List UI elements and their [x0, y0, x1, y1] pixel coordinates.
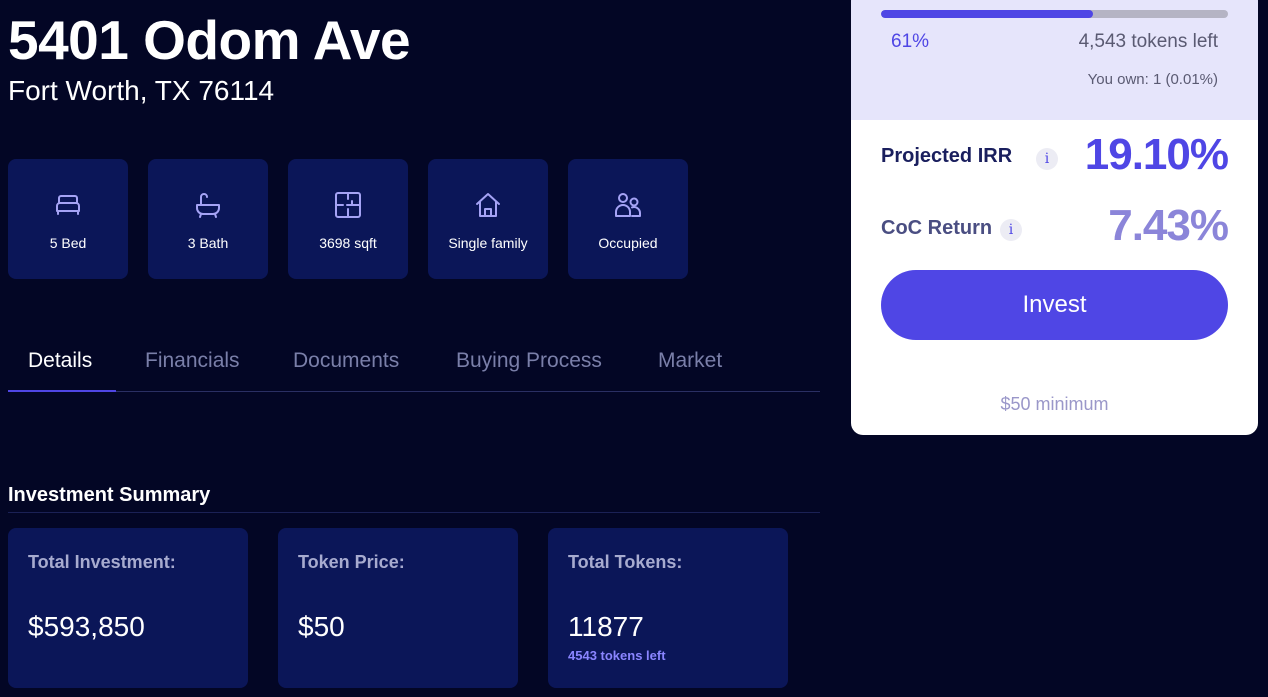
irr-label: Projected IRR — [881, 145, 1013, 167]
summary-value: $593,850 — [28, 611, 145, 642]
minimum-investment: $50 minimum — [1000, 394, 1109, 414]
tab-buying-process[interactable]: Buying Process — [456, 347, 602, 375]
you-own: You own: 1 (0.01%) — [1087, 71, 1218, 88]
summary-label: Total Tokens: — [568, 552, 683, 572]
irr-value: 19.10% — [1084, 130, 1229, 179]
floorplan-icon — [335, 192, 361, 218]
feature-label: Single family — [448, 235, 528, 251]
feature-tile-occupancy: Occupied — [568, 159, 688, 279]
tab-details[interactable]: Details — [28, 347, 92, 375]
coc-info-icon[interactable]: i — [1000, 219, 1022, 241]
summary-card-total-investment: Total Investment: $593,850 — [8, 528, 248, 688]
bed-icon — [56, 195, 80, 215]
tab-financials[interactable]: Financials — [145, 347, 240, 375]
summary-label: Total Investment: — [28, 552, 176, 572]
house-icon — [476, 193, 500, 217]
property-address: 5401 Odom Ave — [8, 9, 411, 71]
feature-tile-bed: 5 Bed — [8, 159, 128, 279]
feature-tile-bath: 3 Bath — [148, 159, 268, 279]
summary-label: Token Price: — [298, 552, 405, 572]
feature-label: Occupied — [598, 235, 658, 251]
funding-progress-section: 61% 4,543 tokens left You own: 1 (0.01%) — [851, 0, 1258, 120]
people-icon — [615, 193, 641, 217]
coc-value: 7.43% — [1108, 201, 1229, 250]
section-title: Investment Summary — [8, 484, 211, 506]
irr-info-icon[interactable]: i — [1036, 148, 1058, 170]
feature-tiles: 5 Bed 3 Bath 3698 sqft Single family Occ… — [8, 159, 688, 279]
feature-label: 5 Bed — [49, 235, 87, 251]
bathtub-icon — [196, 193, 220, 218]
invest-panel: 61% 4,543 tokens left You own: 1 (0.01%)… — [851, 0, 1258, 435]
property-city: Fort Worth, TX 76114 — [8, 75, 275, 106]
tab-documents[interactable]: Documents — [293, 347, 399, 375]
summary-card-total-tokens: Total Tokens: 11877 4543 tokens left — [548, 528, 788, 688]
summary-value: $50 — [298, 611, 345, 642]
coc-label: CoC Return — [881, 217, 993, 239]
feature-label: 3 Bath — [187, 235, 229, 251]
tab-bar: Details Financials Documents Buying Proc… — [8, 335, 820, 392]
active-tab-indicator — [8, 390, 116, 392]
funded-percent: 61% — [891, 31, 930, 52]
feature-label: 3698 sqft — [319, 235, 377, 251]
feature-tile-sqft: 3698 sqft — [288, 159, 408, 279]
section-divider — [8, 512, 820, 513]
tab-market[interactable]: Market — [658, 347, 722, 375]
tokens-left-note: 4543 tokens left — [568, 648, 666, 663]
feature-tile-type: Single family — [428, 159, 548, 279]
tokens-left: 4,543 tokens left — [1078, 31, 1218, 52]
funding-progress-bar — [881, 10, 1228, 18]
summary-cards: Total Investment: $593,850 Token Price: … — [8, 528, 788, 688]
summary-card-token-price: Token Price: $50 — [278, 528, 518, 688]
summary-value: 11877 — [568, 611, 644, 642]
invest-button[interactable]: Invest — [881, 270, 1228, 340]
funding-progress-fill — [881, 10, 1093, 18]
